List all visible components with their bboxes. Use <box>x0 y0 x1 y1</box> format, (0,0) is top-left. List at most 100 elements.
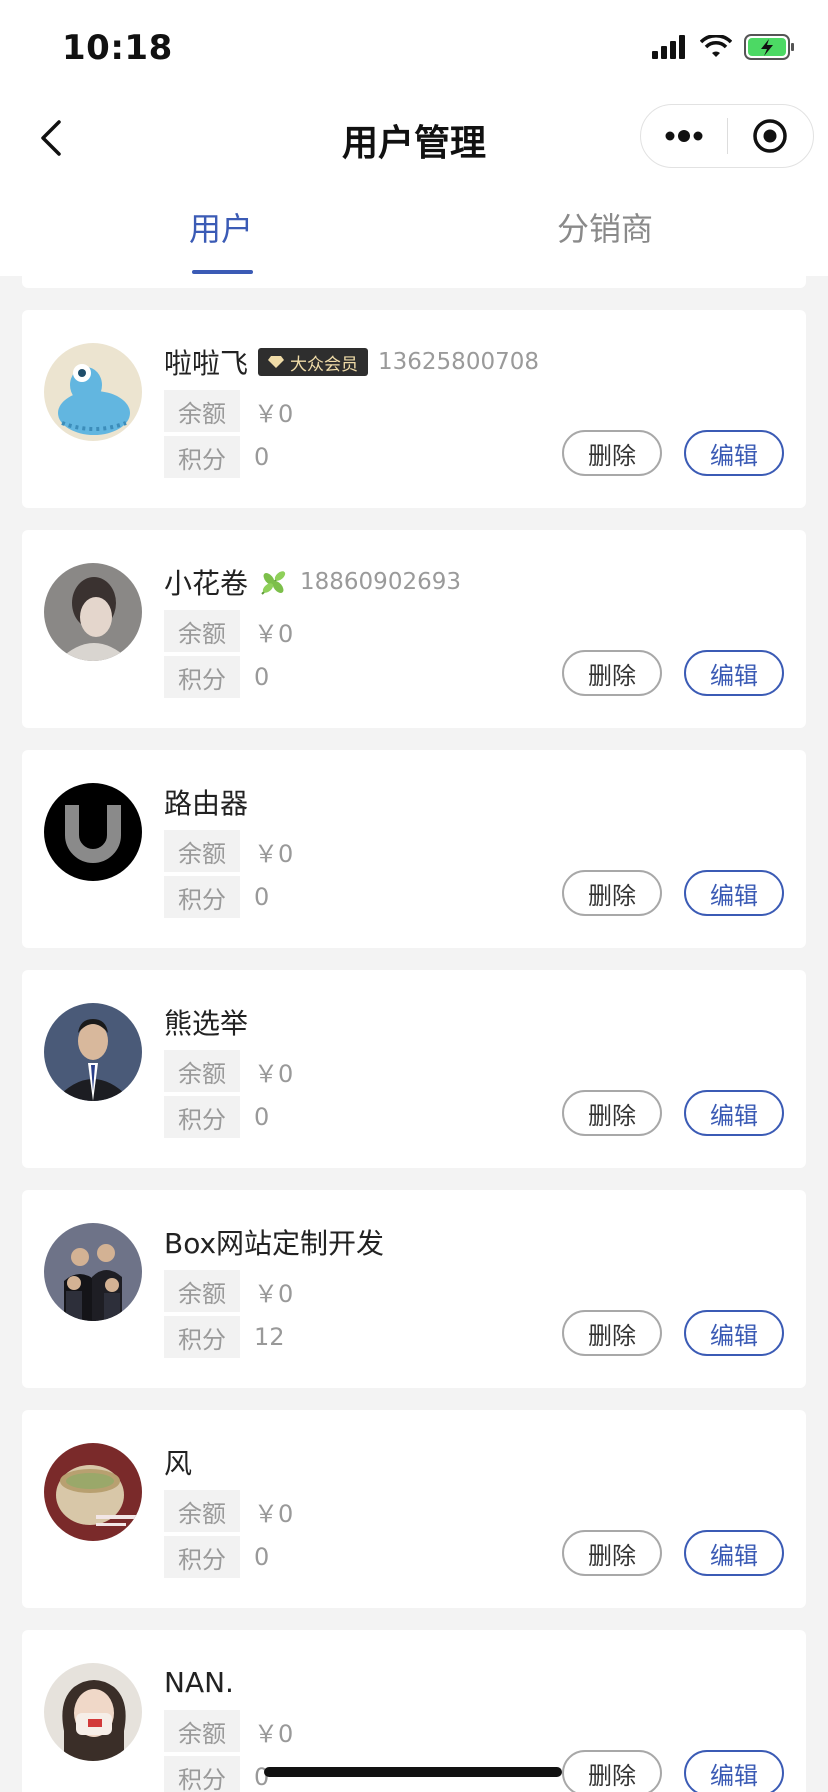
balance-label: 余额 <box>164 830 240 872</box>
user-name: 风 <box>164 1447 193 1480</box>
avatar-image <box>44 783 142 881</box>
member-badge-label: 大众会员 <box>290 354 359 375</box>
points-label: 积分 <box>164 436 240 478</box>
points-value: 0 <box>254 1103 270 1131</box>
leaf-emoji-icon <box>258 566 290 598</box>
tab-users[interactable]: 用户 <box>166 204 276 250</box>
signal-icon <box>652 35 685 59</box>
tab-distributors[interactable]: 分销商 <box>540 204 670 250</box>
wifi-icon <box>700 35 732 57</box>
user-card: Box网站定制开发 余额 ￥0 积分 12 删除 编辑 <box>22 1190 806 1388</box>
balance-value: ￥0 <box>254 1059 294 1088</box>
balance-row: 余额 ￥0 <box>164 1490 293 1532</box>
user-card: 风 余额 ￥0 积分 0 删除 编辑 <box>22 1410 806 1608</box>
balance-label: 余额 <box>164 1710 240 1752</box>
balance-value: ￥0 <box>254 399 294 428</box>
user-card: 路由器 余额 ￥0 积分 0 删除 编辑 <box>22 750 806 948</box>
balance-row: 余额 ￥0 <box>164 1270 293 1312</box>
navbar: 用户管理 <box>0 96 828 182</box>
user-name: NAN. <box>164 1665 234 1699</box>
diamond-icon <box>268 356 285 368</box>
points-value: 0 <box>254 883 270 911</box>
close-button[interactable] <box>728 104 814 168</box>
member-badge: 大众会员 <box>258 348 369 376</box>
edit-button[interactable]: 编辑 <box>684 1530 784 1576</box>
edit-button[interactable]: 编辑 <box>684 650 784 696</box>
points-row: 积分 0 <box>164 656 269 698</box>
avatar[interactable] <box>44 1223 142 1321</box>
tab-bar: 用户 分销商 <box>0 182 828 276</box>
edit-button[interactable]: 编辑 <box>684 1310 784 1356</box>
user-name-row: 小花卷 18860902693 <box>164 562 461 602</box>
points-value: 12 <box>254 1323 285 1351</box>
user-name-row: 路由器 <box>164 782 248 822</box>
user-name-row: 风 <box>164 1442 192 1482</box>
mini-program-capsule <box>640 104 814 168</box>
points-label: 积分 <box>164 1536 240 1578</box>
avatar[interactable] <box>44 1663 142 1761</box>
avatar[interactable] <box>44 1443 142 1541</box>
list-card-edge <box>22 276 806 288</box>
balance-label: 余额 <box>164 1050 240 1092</box>
delete-button[interactable]: 删除 <box>562 650 662 696</box>
balance-value: ￥0 <box>254 619 294 648</box>
points-label: 积分 <box>164 656 240 698</box>
avatar-image <box>44 563 142 661</box>
status-bar: 10:18 <box>0 0 828 96</box>
target-circle-icon <box>753 119 787 153</box>
edit-button[interactable]: 编辑 <box>684 1750 784 1792</box>
home-indicator <box>264 1767 562 1777</box>
user-phone: 18860902693 <box>300 569 461 595</box>
edit-button[interactable]: 编辑 <box>684 870 784 916</box>
user-name-row: NAN. <box>164 1662 234 1702</box>
points-row: 积分 0 <box>164 1096 269 1138</box>
balance-value: ￥0 <box>254 839 294 868</box>
user-card: 小花卷 18860902693 余额 ￥0 积分 0 删除 编辑 <box>22 530 806 728</box>
user-name-row: 熊选举 <box>164 1002 248 1042</box>
balance-value: ￥0 <box>254 1279 294 1308</box>
balance-row: 余额 ￥0 <box>164 830 293 872</box>
points-value: 0 <box>254 443 270 471</box>
points-label: 积分 <box>164 1096 240 1138</box>
user-phone: 13625800708 <box>378 349 539 375</box>
edit-button[interactable]: 编辑 <box>684 1090 784 1136</box>
balance-label: 余额 <box>164 390 240 432</box>
delete-button[interactable]: 删除 <box>562 1310 662 1356</box>
points-row: 积分 0 <box>164 436 269 478</box>
user-name: 路由器 <box>164 787 249 820</box>
points-row: 积分 0 <box>164 876 269 918</box>
balance-label: 余额 <box>164 1490 240 1532</box>
balance-row: 余额 ￥0 <box>164 1710 293 1752</box>
battery-charging-icon <box>744 34 794 60</box>
user-card: 熊选举 余额 ￥0 积分 0 删除 编辑 <box>22 970 806 1168</box>
edit-button[interactable]: 编辑 <box>684 430 784 476</box>
avatar-image <box>44 1003 142 1101</box>
delete-button[interactable]: 删除 <box>562 1530 662 1576</box>
balance-row: 余额 ￥0 <box>164 390 293 432</box>
points-value: 0 <box>254 1543 270 1571</box>
status-time: 10:18 <box>62 28 173 68</box>
balance-label: 余额 <box>164 1270 240 1312</box>
points-row: 积分 0 <box>164 1756 269 1792</box>
delete-button[interactable]: 删除 <box>562 1090 662 1136</box>
avatar[interactable] <box>44 563 142 661</box>
points-row: 积分 0 <box>164 1536 269 1578</box>
balance-row: 余额 ￥0 <box>164 610 293 652</box>
points-label: 积分 <box>164 876 240 918</box>
avatar-image <box>44 1443 142 1541</box>
points-row: 积分 12 <box>164 1316 285 1358</box>
user-name-row: 啦啦飞 大众会员 13625800708 <box>164 342 539 382</box>
avatar[interactable] <box>44 783 142 881</box>
delete-button[interactable]: 删除 <box>562 430 662 476</box>
user-card: 啦啦飞 大众会员 13625800708 余额 ￥0 积分 0 删除 编辑 <box>22 310 806 508</box>
more-button[interactable] <box>641 104 727 168</box>
user-name-row: Box网站定制开发 <box>164 1222 384 1262</box>
balance-row: 余额 ￥0 <box>164 1050 293 1092</box>
user-name: 啦啦飞 <box>164 347 249 380</box>
balance-label: 余额 <box>164 610 240 652</box>
avatar[interactable] <box>44 343 142 441</box>
delete-button[interactable]: 删除 <box>562 870 662 916</box>
avatar[interactable] <box>44 1003 142 1101</box>
delete-button[interactable]: 删除 <box>562 1750 662 1792</box>
points-label: 积分 <box>164 1316 240 1358</box>
